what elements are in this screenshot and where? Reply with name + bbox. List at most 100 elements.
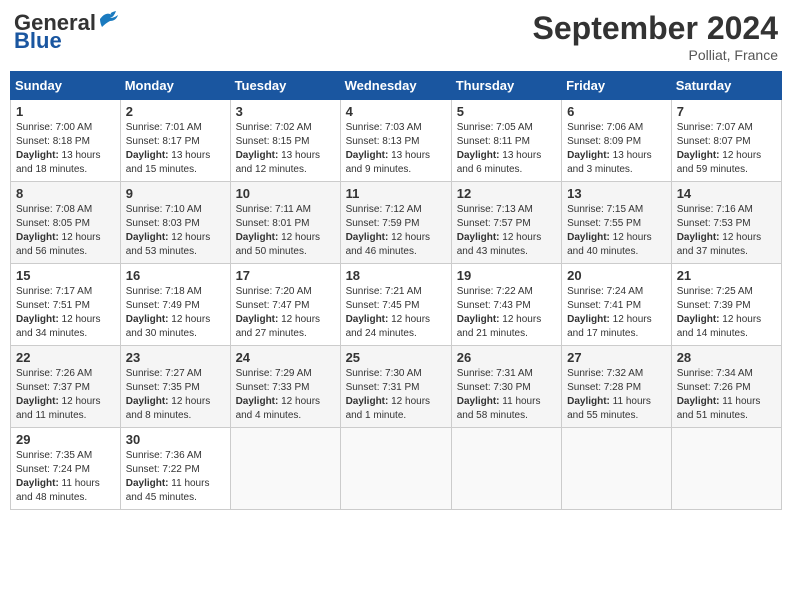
day-number: 19 [457,268,556,283]
day-number: 18 [346,268,446,283]
day-number: 16 [126,268,225,283]
table-row: 5 Sunrise: 7:05 AMSunset: 8:11 PMDaylight… [451,100,561,182]
calendar-table: Sunday Monday Tuesday Wednesday Thursday… [10,71,782,510]
day-info: Sunrise: 7:22 AMSunset: 7:43 PMDaylight:… [457,285,556,341]
table-row: 26 Sunrise: 7:31 AMSunset: 7:30 PMDayligh… [451,346,561,428]
calendar-week-row: 22 Sunrise: 7:26 AMSunset: 7:37 PMDayligh… [11,346,782,428]
table-row [562,428,672,510]
day-number: 3 [236,104,335,119]
month-title: September 2024 [533,10,778,47]
table-row [340,428,451,510]
col-thursday: Thursday [451,72,561,100]
col-tuesday: Tuesday [230,72,340,100]
day-info: Sunrise: 7:15 AMSunset: 7:55 PMDaylight:… [567,203,666,259]
table-row: 25Sunrise: 7:30 AMSunset: 7:31 PMDayligh… [340,346,451,428]
table-row: 17Sunrise: 7:20 AMSunset: 7:47 PMDayligh… [230,264,340,346]
day-number: 28 [677,350,776,365]
title-section: September 2024 Polliat, France [533,10,778,63]
table-row: 11 Sunrise: 7:12 AMSunset: 7:59 PMDayligh… [340,182,451,264]
calendar-week-row: 15 Sunrise: 7:17 AMSunset: 7:51 PMDayligh… [11,264,782,346]
day-number: 27 [567,350,666,365]
day-info: Sunrise: 7:06 AMSunset: 8:09 PMDaylight:… [567,121,666,177]
col-wednesday: Wednesday [340,72,451,100]
day-number: 7 [677,104,776,119]
col-friday: Friday [562,72,672,100]
table-row: 16 Sunrise: 7:18 AMSunset: 7:49 PMDayligh… [120,264,230,346]
table-row: 10Sunrise: 7:11 AMSunset: 8:01 PMDayligh… [230,182,340,264]
day-info: Sunrise: 7:18 AMSunset: 7:49 PMDaylight:… [126,285,225,341]
day-info: Sunrise: 7:16 AMSunset: 7:53 PMDaylight:… [677,203,776,259]
day-info: Sunrise: 7:03 AMSunset: 8:13 PMDaylight:… [346,121,446,177]
table-row: 1 Sunrise: 7:00 AMSunset: 8:18 PMDaylight… [11,100,121,182]
day-info: Sunrise: 7:00 AMSunset: 8:18 PMDaylight:… [16,121,115,177]
table-row [671,428,781,510]
table-row: 12 Sunrise: 7:13 AMSunset: 7:57 PMDayligh… [451,182,561,264]
day-number: 5 [457,104,556,119]
table-row: 20Sunrise: 7:24 AMSunset: 7:41 PMDayligh… [562,264,672,346]
logo: General Blue [14,10,120,54]
day-info: Sunrise: 7:29 AMSunset: 7:33 PMDaylight:… [236,367,335,423]
day-number: 17 [236,268,335,283]
table-row [230,428,340,510]
day-number: 1 [16,104,115,119]
calendar-week-row: 1 Sunrise: 7:00 AMSunset: 8:18 PMDaylight… [11,100,782,182]
day-number: 29 [16,432,115,447]
logo-bird-icon [98,9,120,29]
table-row: 29 Sunrise: 7:35 AMSunset: 7:24 PMDayligh… [11,428,121,510]
day-number: 8 [16,186,115,201]
day-number: 15 [16,268,115,283]
day-info: Sunrise: 7:17 AMSunset: 7:51 PMDaylight:… [16,285,115,341]
day-number: 22 [16,350,115,365]
column-header-row: Sunday Monday Tuesday Wednesday Thursday… [11,72,782,100]
day-info: Sunrise: 7:12 AMSunset: 7:59 PMDaylight:… [346,203,446,259]
day-info: Sunrise: 7:01 AMSunset: 8:17 PMDaylight:… [126,121,225,177]
day-number: 24 [236,350,335,365]
day-number: 25 [346,350,446,365]
table-row: 15 Sunrise: 7:17 AMSunset: 7:51 PMDayligh… [11,264,121,346]
day-info: Sunrise: 7:11 AMSunset: 8:01 PMDaylight:… [236,203,335,259]
day-info: Sunrise: 7:34 AMSunset: 7:26 PMDaylight:… [677,367,776,423]
table-row: 14 Sunrise: 7:16 AMSunset: 7:53 PMDayligh… [671,182,781,264]
day-number: 30 [126,432,225,447]
day-number: 12 [457,186,556,201]
table-row: 27 Sunrise: 7:32 AMSunset: 7:28 PMDayligh… [562,346,672,428]
day-number: 21 [677,268,776,283]
table-row: 22 Sunrise: 7:26 AMSunset: 7:37 PMDayligh… [11,346,121,428]
day-number: 26 [457,350,556,365]
day-number: 9 [126,186,225,201]
calendar-week-row: 29 Sunrise: 7:35 AMSunset: 7:24 PMDayligh… [11,428,782,510]
table-row: 21 Sunrise: 7:25 AMSunset: 7:39 PMDayligh… [671,264,781,346]
table-row: 18 Sunrise: 7:21 AMSunset: 7:45 PMDayligh… [340,264,451,346]
col-monday: Monday [120,72,230,100]
day-number: 14 [677,186,776,201]
day-number: 13 [567,186,666,201]
day-info: Sunrise: 7:13 AMSunset: 7:57 PMDaylight:… [457,203,556,259]
day-number: 11 [346,186,446,201]
table-row: 30Sunrise: 7:36 AMSunset: 7:22 PMDayligh… [120,428,230,510]
table-row: 6Sunrise: 7:06 AMSunset: 8:09 PMDaylight… [562,100,672,182]
table-row: 2Sunrise: 7:01 AMSunset: 8:17 PMDaylight… [120,100,230,182]
logo-blue: Blue [14,28,62,54]
day-info: Sunrise: 7:25 AMSunset: 7:39 PMDaylight:… [677,285,776,341]
day-info: Sunrise: 7:08 AMSunset: 8:05 PMDaylight:… [16,203,115,259]
day-info: Sunrise: 7:05 AMSunset: 8:11 PMDaylight:… [457,121,556,177]
location: Polliat, France [533,47,778,63]
table-row [451,428,561,510]
day-info: Sunrise: 7:35 AMSunset: 7:24 PMDaylight:… [16,449,115,505]
table-row: 4Sunrise: 7:03 AMSunset: 8:13 PMDaylight… [340,100,451,182]
table-row: 19 Sunrise: 7:22 AMSunset: 7:43 PMDayligh… [451,264,561,346]
col-sunday: Sunday [11,72,121,100]
day-info: Sunrise: 7:07 AMSunset: 8:07 PMDaylight:… [677,121,776,177]
day-info: Sunrise: 7:31 AMSunset: 7:30 PMDaylight:… [457,367,556,423]
day-info: Sunrise: 7:24 AMSunset: 7:41 PMDaylight:… [567,285,666,341]
day-info: Sunrise: 7:26 AMSunset: 7:37 PMDaylight:… [16,367,115,423]
table-row: 3Sunrise: 7:02 AMSunset: 8:15 PMDaylight… [230,100,340,182]
table-row: 23Sunrise: 7:27 AMSunset: 7:35 PMDayligh… [120,346,230,428]
col-saturday: Saturday [671,72,781,100]
day-number: 23 [126,350,225,365]
day-info: Sunrise: 7:21 AMSunset: 7:45 PMDaylight:… [346,285,446,341]
table-row: 8 Sunrise: 7:08 AMSunset: 8:05 PMDaylight… [11,182,121,264]
table-row: 28 Sunrise: 7:34 AMSunset: 7:26 PMDayligh… [671,346,781,428]
day-info: Sunrise: 7:32 AMSunset: 7:28 PMDaylight:… [567,367,666,423]
table-row: 13 Sunrise: 7:15 AMSunset: 7:55 PMDayligh… [562,182,672,264]
